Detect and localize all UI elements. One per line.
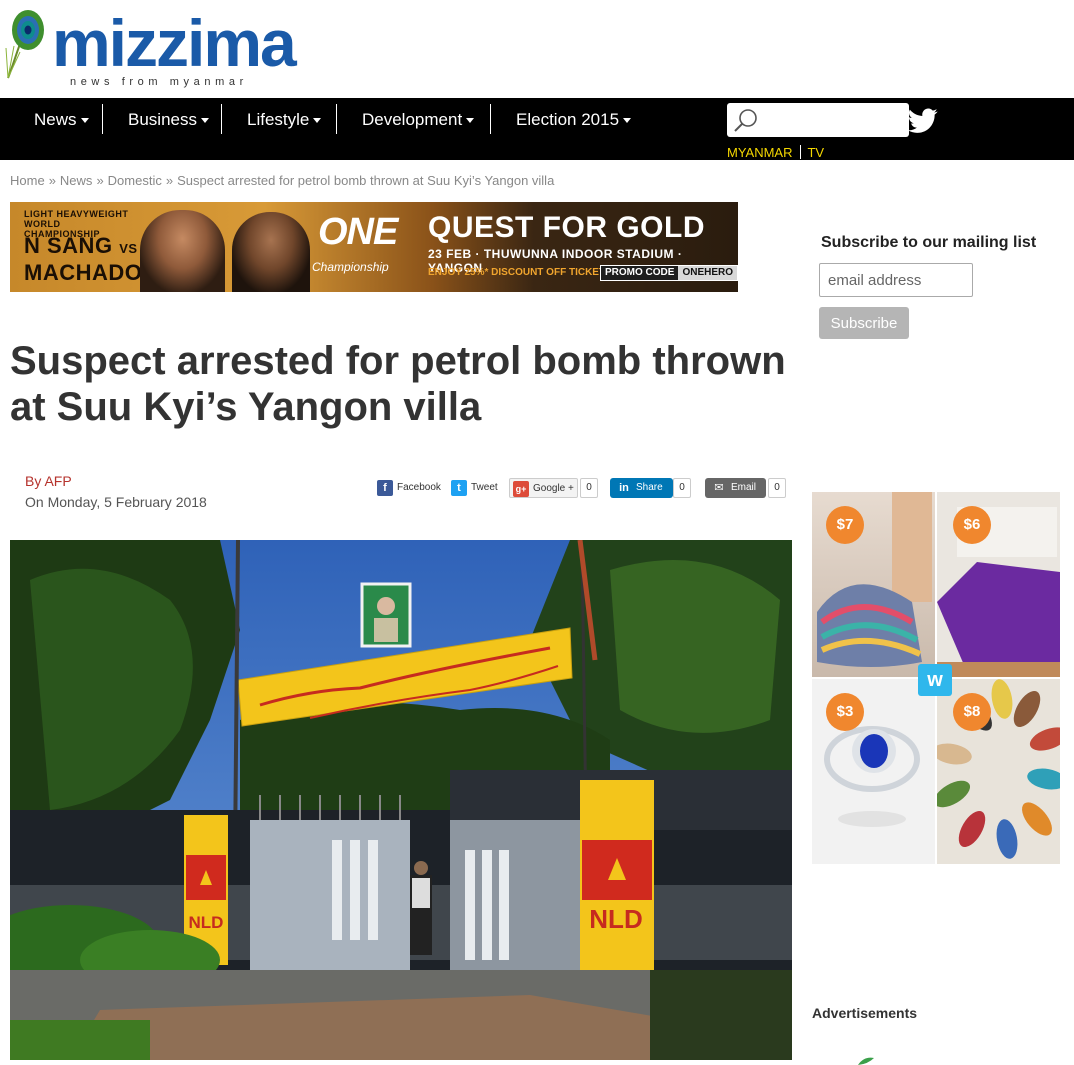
nav-item-business[interactable]: Business [128, 106, 209, 134]
leaf-icon [858, 1057, 874, 1065]
linkedin-count: 0 [673, 478, 691, 498]
search-input[interactable] [763, 107, 903, 133]
promo-code: ONEHERO [678, 266, 738, 280]
google-plus-count: 0 [580, 478, 598, 498]
facebook-share-button[interactable]: f Facebook [377, 478, 441, 498]
article-photo: NLD NLD [10, 540, 792, 1060]
caret-down-icon [623, 118, 632, 124]
tweet-label: Tweet [471, 482, 498, 493]
nav-divider [490, 104, 491, 134]
promo-label: PROMO CODE [601, 266, 679, 280]
email-field[interactable] [819, 263, 973, 297]
advertisements-label: Advertisements [812, 1005, 918, 1021]
article-headline: Suspect arrested for petrol bomb thrown … [10, 339, 786, 429]
peacock-feather-icon [5, 10, 44, 79]
linkedin-icon: in [619, 482, 629, 494]
photo-sign-nld-left: NLD [189, 913, 224, 932]
email-count: 0 [768, 478, 786, 498]
nav-item-news[interactable]: News [34, 106, 89, 134]
banner-brand-sub: Championship [312, 260, 389, 274]
banner-fighter-b: MACHADO [24, 260, 143, 285]
ad-product-shoes[interactable]: $7 [812, 492, 935, 677]
breadcrumb-separator: » [96, 173, 104, 188]
google-plus-share-button[interactable]: g+ Google + [509, 478, 578, 498]
wish-logo-icon: w [918, 664, 952, 696]
banner-ad[interactable]: LIGHT HEAVYWEIGHT WORLD CHAMPIONSHIP N S… [10, 202, 738, 292]
tv-link-divider [800, 145, 802, 159]
price-badge: $7 [826, 506, 864, 544]
ad-product-ring[interactable]: $3 [812, 679, 935, 864]
email-share-label: Email [731, 482, 757, 493]
facebook-share-label: Facebook [397, 482, 441, 493]
breadcrumb-home[interactable]: Home [10, 173, 45, 188]
nav-divider [221, 104, 222, 134]
linkedin-share-button[interactable]: in Share [610, 478, 673, 498]
price-badge: $8 [953, 693, 991, 731]
nav-item-label: News [34, 110, 77, 129]
caret-down-icon [200, 118, 209, 124]
site-logo[interactable]: mizzima news from myanmar [2, 8, 322, 88]
photo-nld-office-gate: NLD NLD [10, 540, 792, 1060]
ad-product-loafers[interactable]: $8 [937, 679, 1060, 864]
breadcrumb-separator: » [165, 173, 174, 188]
price-badge: $6 [953, 506, 991, 544]
nav-item-development[interactable]: Development [362, 106, 475, 134]
caret-down-icon [466, 118, 475, 124]
logo-wordmark: mizzima [52, 6, 297, 80]
banner-promo-code: PROMO CODE ONEHERO [600, 265, 738, 281]
banner-fighter-photo [140, 210, 225, 292]
photo-sign-nld-right: NLD [589, 904, 642, 934]
envelope-icon: ✉ [714, 482, 724, 494]
breadcrumb-news[interactable]: News [60, 173, 93, 188]
banner-vs: VS [119, 241, 138, 256]
article-date: On Monday, 5 February 2018 [25, 494, 207, 510]
google-plus-icon: g+ [513, 481, 529, 497]
facebook-icon: f [377, 480, 393, 496]
ad-product-rug[interactable]: $6 [937, 492, 1060, 677]
nav-item-label: Business [128, 110, 197, 129]
nav-item-election-2015[interactable]: Election 2015 [516, 106, 632, 134]
tv-link[interactable]: TV [807, 145, 824, 160]
banner-discount: ENJOY 25%* DISCOUNT OFF TICKETS [428, 267, 612, 278]
tv-links: MYANMAR TV [727, 145, 824, 160]
search-icon[interactable] [733, 108, 759, 134]
banner-fighter-a: N SANG [24, 233, 113, 258]
banner-fighter-photo [232, 212, 310, 292]
caret-down-icon [80, 118, 89, 124]
tweet-button[interactable]: t Tweet [451, 478, 498, 498]
nav-item-label: Lifestyle [247, 110, 310, 129]
nav-item-label: Development [362, 110, 463, 129]
breadcrumb: Home» News» Domestic» Suspect arrested for … [10, 173, 554, 188]
caret-down-icon [313, 118, 322, 124]
breadcrumb-separator: » [48, 173, 56, 188]
linkedin-share-label: Share [636, 482, 663, 493]
email-share-button[interactable]: ✉ Email [705, 478, 767, 498]
myanmar-link[interactable]: MYANMAR [727, 145, 792, 160]
nav-item-lifestyle[interactable]: Lifestyle [247, 106, 322, 134]
subscribe-title: Subscribe to our mailing list [821, 234, 1037, 251]
price-badge: $3 [826, 693, 864, 731]
breadcrumb-current: Suspect arrested for petrol bomb thrown … [177, 173, 555, 188]
twitter-bird-icon: t [451, 480, 467, 496]
banner-brand: ONE [318, 211, 398, 253]
nav-divider [336, 104, 337, 134]
banner-fight-text: N SANG VS MACHADO [24, 234, 142, 285]
article-byline[interactable]: By AFP [25, 473, 72, 489]
nav-item-label: Election 2015 [516, 110, 620, 129]
nav-divider [102, 104, 103, 134]
logo-tagline: news from myanmar [70, 76, 248, 88]
google-plus-label: Google + [533, 483, 574, 494]
banner-headline: QUEST FOR GOLD [428, 211, 705, 244]
subscribe-button[interactable]: Subscribe [819, 307, 909, 339]
twitter-icon[interactable] [908, 108, 938, 134]
search-box [727, 103, 909, 137]
breadcrumb-domestic[interactable]: Domestic [108, 173, 162, 188]
